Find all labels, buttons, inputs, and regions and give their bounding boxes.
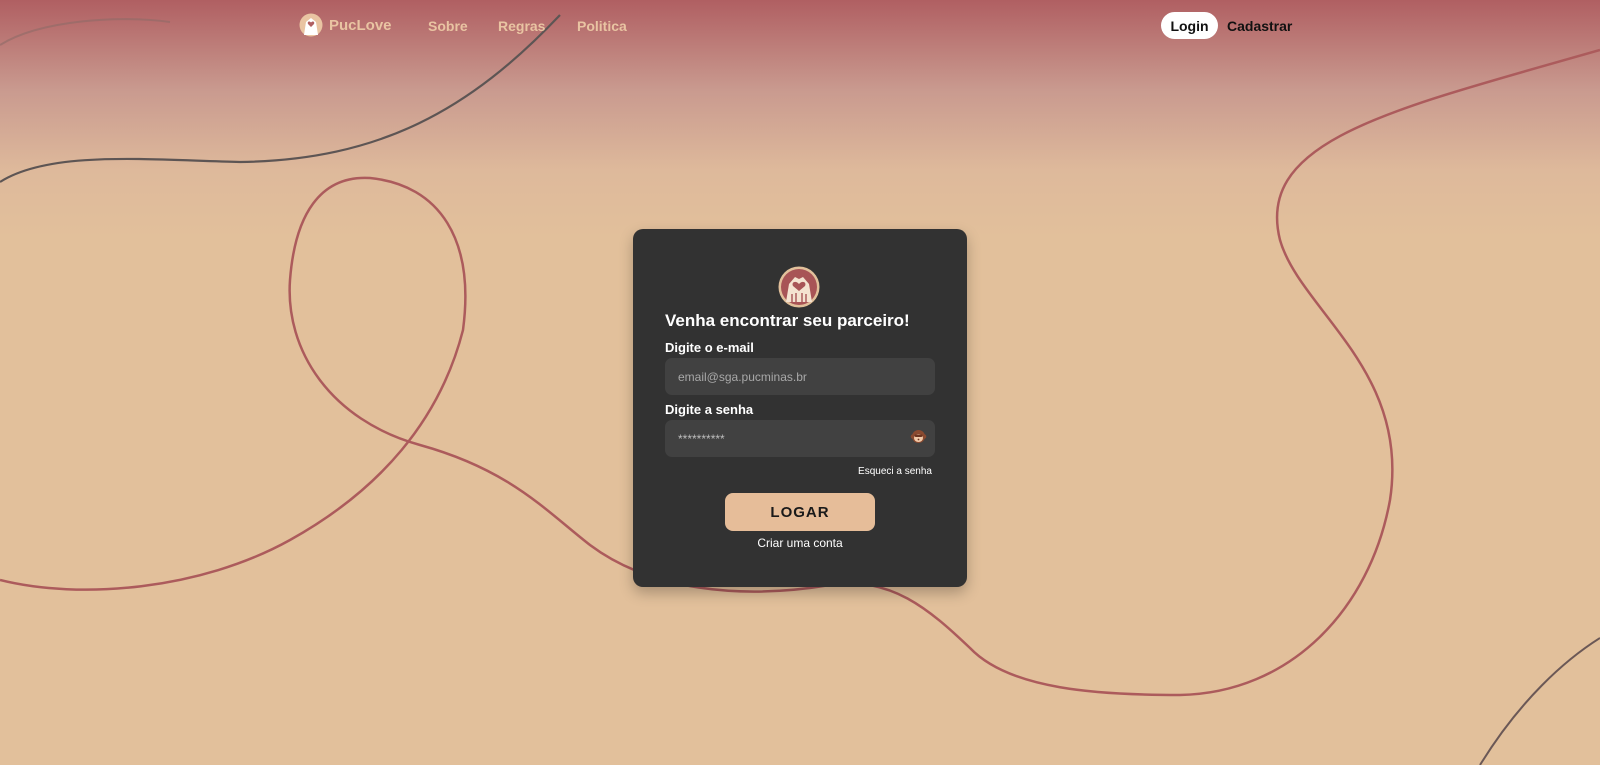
create-account-link[interactable]: Criar uma conta bbox=[633, 536, 967, 550]
email-field[interactable] bbox=[665, 358, 935, 395]
forgot-password-link[interactable]: Esqueci a senha bbox=[858, 466, 932, 477]
brand[interactable]: PucLove bbox=[299, 13, 392, 37]
puclove-logo-icon bbox=[299, 13, 323, 37]
password-label: Digite a senha bbox=[665, 402, 754, 417]
login-card: Venha encontrar seu parceiro! Digite o e… bbox=[633, 229, 967, 587]
signup-link[interactable]: Cadastrar bbox=[1227, 18, 1292, 34]
email-label: Digite o e-mail bbox=[665, 340, 754, 355]
login-submit-button[interactable]: LOGAR bbox=[725, 493, 875, 531]
password-field[interactable] bbox=[665, 420, 935, 457]
top-navbar: PucLove Sobre Regras Politica Login Cada… bbox=[0, 0, 1600, 52]
nav-link-regras[interactable]: Regras bbox=[498, 18, 545, 34]
login-button[interactable]: Login bbox=[1161, 12, 1218, 39]
card-title: Venha encontrar seu parceiro! bbox=[665, 311, 910, 330]
show-password-icon[interactable] bbox=[910, 428, 927, 445]
puclove-logo-icon bbox=[778, 266, 820, 308]
nav-link-sobre[interactable]: Sobre bbox=[428, 18, 468, 34]
nav-link-politica[interactable]: Politica bbox=[577, 18, 627, 34]
brand-name: PucLove bbox=[329, 16, 392, 34]
